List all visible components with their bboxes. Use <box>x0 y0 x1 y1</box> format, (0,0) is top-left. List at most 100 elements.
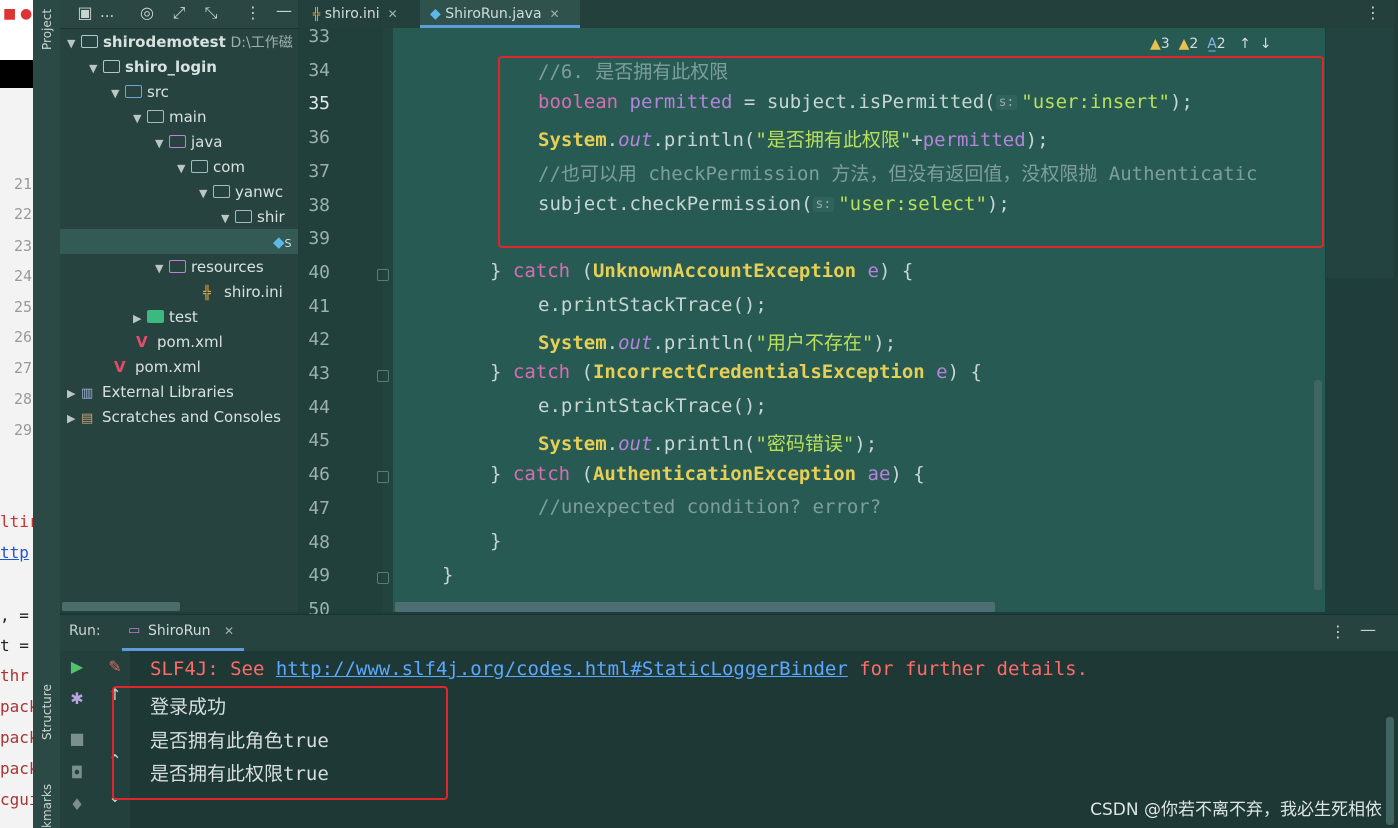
tree-item-shiro-ini[interactable]: ╬ shiro.ini <box>203 280 283 305</box>
typo-icon: A̲ <box>1207 36 1217 52</box>
code-fragment: , = <box>0 606 29 625</box>
line-number: 39 <box>308 228 330 250</box>
tree-item-test[interactable]: ▶ test <box>133 305 198 330</box>
close-icon[interactable]: ✕ <box>388 7 398 21</box>
fold-marker-icon[interactable] <box>377 268 389 281</box>
code-fragment: pack <box>0 728 33 747</box>
tree-item-project[interactable]: ▼ shirodemotest D:\工作磁 <box>67 30 293 55</box>
tab-shirorun-java[interactable]: ◆ ShiroRun.java ✕ <box>420 0 580 28</box>
close-icon[interactable]: ✕ <box>224 624 234 638</box>
tree-item-pom-root[interactable]: Vpom.xml <box>114 355 201 380</box>
tree-label: pom.xml <box>157 333 223 351</box>
hide-icon[interactable]: — <box>273 1 295 20</box>
fold-marker-icon[interactable] <box>377 572 389 585</box>
punctuation: . <box>606 332 619 354</box>
string-literal: "用户不存在" <box>755 332 874 354</box>
code-line-40: } catch (UnknownAccountException e) { <box>490 260 913 282</box>
tree-label: shirodemotest <box>103 33 226 51</box>
collapse-icon[interactable]: ⤡ <box>200 3 222 23</box>
punctuation: ); <box>854 433 878 455</box>
more-icon[interactable]: ⋮ <box>242 3 264 22</box>
target-icon[interactable]: ◎ <box>136 3 158 22</box>
tree-item-pom-module[interactable]: Vpom.xml <box>136 330 223 355</box>
punctuation: ( <box>570 361 593 383</box>
ini-file-icon: ╬ <box>313 7 321 21</box>
line-number: 49 <box>308 565 330 587</box>
fold-marker-icon[interactable] <box>377 370 389 382</box>
line-number: 34 <box>308 59 330 81</box>
view-dropdown[interactable]: ... <box>100 3 114 21</box>
tree-label: S <box>284 237 292 250</box>
console-line-slf4j: SLF4J: See http://www.slf4j.org/codes.ht… <box>150 658 1088 680</box>
app-icon: ■ <box>3 6 17 22</box>
rerun-icon[interactable]: ▶ <box>66 657 88 676</box>
tree-label: java <box>191 133 223 151</box>
code-minimap[interactable] <box>1326 28 1394 278</box>
next-highlight-icon[interactable]: ↓ <box>1260 36 1272 52</box>
line-number: 48 <box>308 531 330 553</box>
tree-item-resources[interactable]: ▼ resources <box>155 255 264 280</box>
code-line-41: e.printStackTrace(); <box>538 294 767 316</box>
tree-item-shirorun[interactable]: ◆S <box>273 230 298 255</box>
highlight-box <box>112 686 448 800</box>
console-link[interactable]: http://www.slf4j.org/codes.html#StaticLo… <box>276 658 848 680</box>
code-editor[interactable]: //6. 是否拥有此权限 boolean permitted = subject… <box>393 28 1325 612</box>
tree-item-module[interactable]: ▼ shiro_login <box>89 55 217 80</box>
tab-shiro-ini[interactable]: ╬ shiro.ini ✕ <box>303 0 425 28</box>
tree-item-com[interactable]: ▼ com <box>177 155 245 180</box>
expand-icon[interactable]: ⤢ <box>168 3 190 23</box>
project-scrollbar[interactable] <box>62 602 180 611</box>
hide-icon[interactable]: — <box>1360 620 1376 639</box>
app-icon: ● <box>20 6 33 22</box>
chevron-right-icon: ▶ <box>67 387 76 400</box>
folder-view-icon[interactable]: ▣ <box>74 3 96 22</box>
project-tool-tab[interactable]: Project <box>40 9 54 50</box>
inspections-widget[interactable]: ▲3 ▲2 A̲2 ↑ ↓ <box>1150 36 1271 58</box>
vertical-scrollbar[interactable] <box>1314 380 1322 590</box>
tree-item-src[interactable]: ▼ src <box>111 80 169 105</box>
method-call: .println( <box>652 433 756 455</box>
tree-label: com <box>213 158 246 176</box>
weak-warning-count: 2 <box>1189 36 1199 52</box>
horizontal-scrollbar[interactable] <box>395 602 995 612</box>
class-name: AuthenticationException <box>592 463 857 485</box>
warning-count: 3 <box>1160 36 1170 52</box>
line-number: 21 <box>14 175 33 193</box>
tool-window-strip: Project Structure kmarks <box>33 0 61 828</box>
console-scrollbar[interactable] <box>1386 717 1394 825</box>
line-number: 38 <box>308 194 330 216</box>
camera-icon[interactable]: ◘ <box>66 763 88 782</box>
console-error-text: for further details. <box>847 658 1089 680</box>
tree-item-java[interactable]: ▼ java <box>155 130 222 155</box>
pin-icon[interactable]: ♦ <box>66 795 88 814</box>
fold-marker-icon[interactable] <box>377 471 389 484</box>
folder-icon <box>191 160 208 173</box>
tree-label: pom.xml <box>135 358 201 376</box>
more-tabs-icon[interactable]: ⋮ <box>1365 3 1381 22</box>
tree-item-main[interactable]: ▼ main <box>133 105 206 130</box>
fold-gutter <box>383 28 393 612</box>
editor-tab-bar: ╬ shiro.ini ✕ ◆ ShiroRun.java ✕ ⋮ <box>299 0 1398 29</box>
selected-row-highlight <box>60 229 298 254</box>
close-icon[interactable]: ✕ <box>550 7 560 21</box>
chevron-down-icon: ▼ <box>111 87 120 100</box>
warning-icon: ▲ <box>1150 36 1161 52</box>
punctuation: } <box>490 361 513 383</box>
static-field: out <box>618 433 653 455</box>
structure-tool-tab[interactable]: Structure <box>40 684 54 740</box>
tree-item-yanwc[interactable]: ▼ yanwc <box>199 180 283 205</box>
keyword: catch <box>512 260 571 282</box>
stop-icon[interactable]: ■ <box>66 729 88 748</box>
tree-label: shiro_login <box>125 58 217 76</box>
tree-item-shiro-package[interactable]: ▼ shir <box>221 205 298 230</box>
clear-icon[interactable]: ✎ <box>104 657 126 676</box>
line-number: 29 <box>14 421 33 439</box>
string-literal: "密码错误" <box>755 433 855 455</box>
bookmarks-tool-tab[interactable]: kmarks <box>40 784 54 828</box>
more-icon[interactable]: ⋮ <box>1330 622 1346 641</box>
run-tab-shirorun[interactable]: ▭ ShiroRun ✕ <box>122 615 244 651</box>
previous-highlight-icon[interactable]: ↑ <box>1239 36 1251 52</box>
tree-item-external-libraries[interactable]: ▶ ▥ External Libraries <box>67 380 234 405</box>
settings-icon[interactable]: ✱ <box>66 689 88 708</box>
tree-item-scratches[interactable]: ▶ ▤ Scratches and Consoles <box>67 405 281 430</box>
